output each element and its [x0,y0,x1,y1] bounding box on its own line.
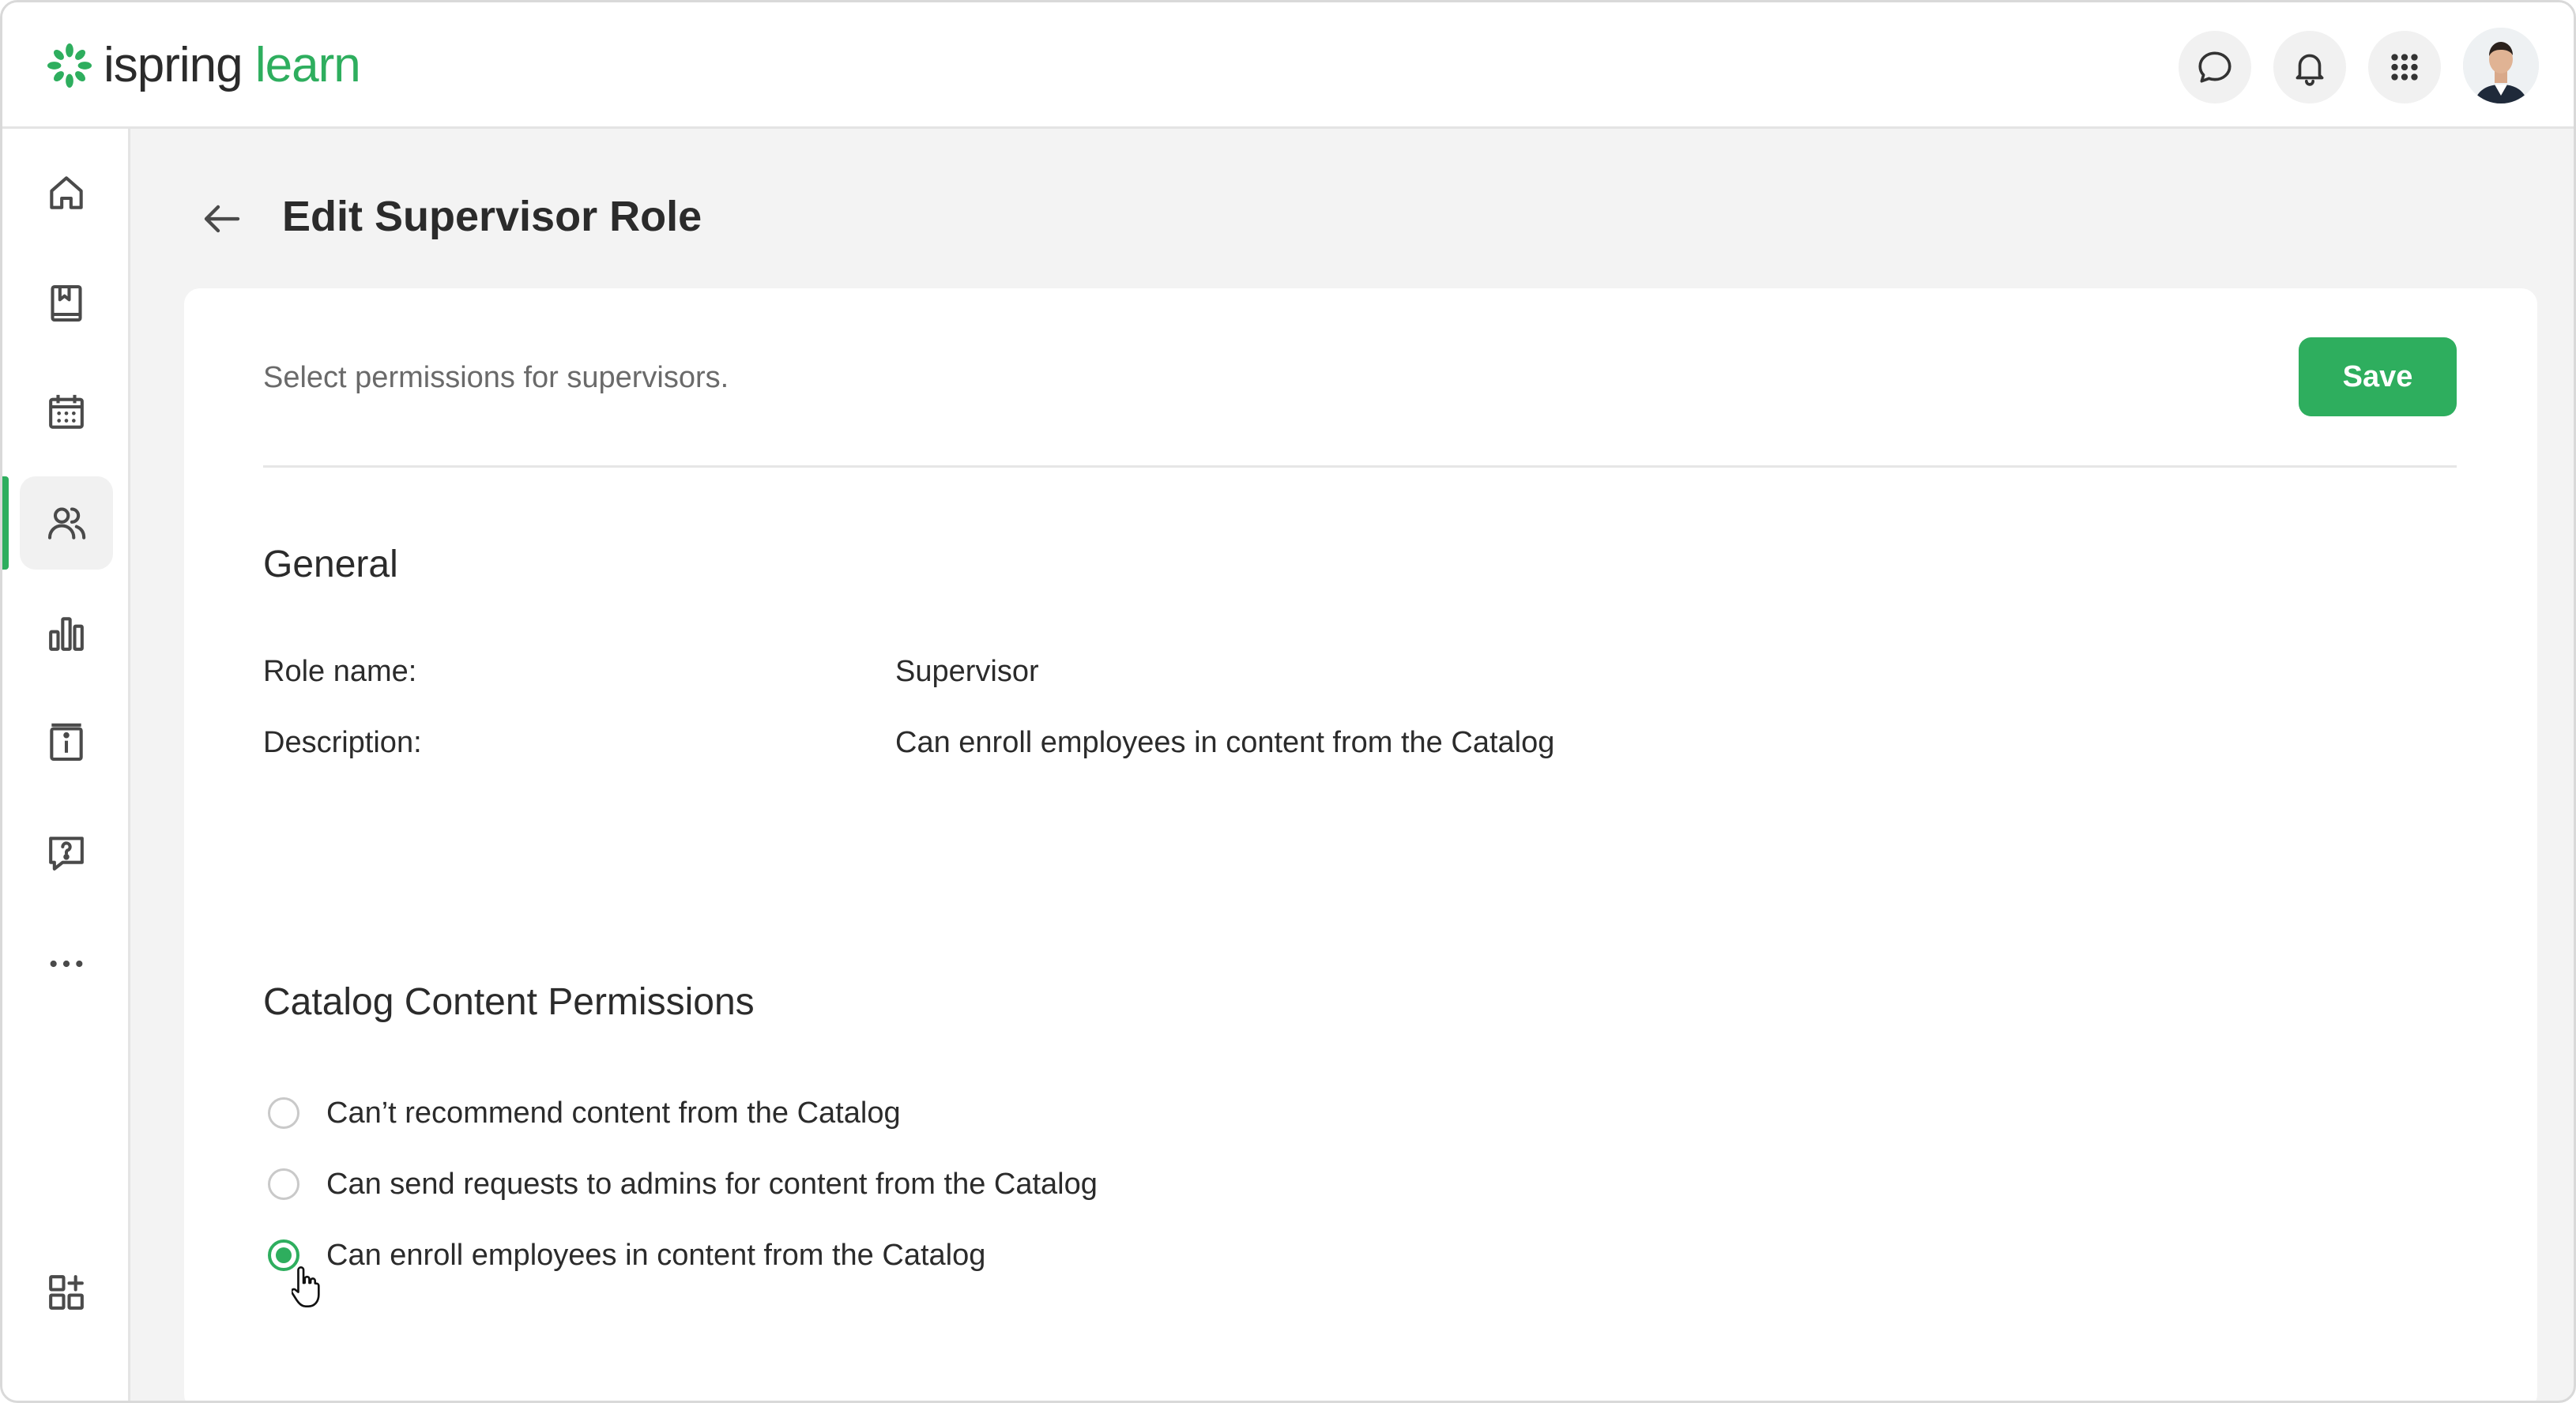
permissions-card: Select permissions for supervisors. Save… [184,288,2537,1401]
calendar-icon [49,394,84,429]
page-title: Edit Supervisor Role [282,193,702,240]
radio-label: Can send requests to admins for content … [326,1168,1098,1201]
radio-button[interactable] [268,1097,299,1129]
active-nav-indicator [2,476,9,570]
sidebar-item-calendar[interactable] [20,366,113,459]
sidebar-item-library[interactable] [20,257,113,350]
card-subtitle: Select permissions for supervisors. [263,361,729,394]
hand-cursor-icon [292,1266,320,1308]
radio-label: Can’t recommend content from the Catalog [326,1096,901,1130]
general-section-title: General [263,544,398,585]
top-header: ispring learn [2,2,2574,129]
app-window: ispring learn Edit Supervisor Role Selec… [0,0,2576,1403]
description-label: Description: [263,726,422,759]
sidebar [2,129,130,1401]
radio-dot [276,1247,292,1263]
save-button[interactable]: Save [2299,337,2457,416]
notifications-button[interactable] [2273,31,2346,103]
avatar-portrait-icon [2463,28,2539,103]
permission-option-send-requests[interactable]: Can send requests to admins for content … [268,1160,1098,1208]
book-icon [51,284,82,322]
apps-button[interactable] [2368,31,2441,103]
ispring-learn-logo[interactable]: ispring learn [47,34,361,97]
sidebar-item-help[interactable] [20,807,113,900]
description-value: Can enroll employees in content from the… [895,726,1555,759]
sidebar-item-info[interactable] [20,696,113,789]
sidebar-item-home[interactable] [20,146,113,239]
bell-icon [2295,54,2324,86]
radio-label: Can enroll employees in content from the… [326,1239,986,1272]
role-name-label: Role name: [263,655,417,688]
chat-icon [2198,51,2231,83]
home-icon [50,176,83,209]
info-icon [50,723,83,762]
catalog-section-title: Catalog Content Permissions [263,981,755,1023]
back-arrow-icon[interactable] [198,195,246,243]
role-name-value: Supervisor [895,655,1039,688]
question-chat-icon [49,837,84,871]
more-dots-icon [50,960,83,968]
sidebar-item-reports[interactable] [20,587,113,680]
divider [263,465,2457,468]
user-avatar[interactable] [2463,28,2539,103]
apps-grid-icon [2391,54,2418,81]
add-widget-icon [49,1275,84,1310]
radio-button[interactable] [268,1168,299,1200]
permission-option-cant-recommend[interactable]: Can’t recommend content from the Catalog [268,1089,901,1137]
sidebar-item-users[interactable] [20,476,113,570]
sidebar-item-more[interactable] [20,917,113,1010]
users-icon [47,507,86,540]
logo-text-ispring: ispring [104,38,243,92]
logo-sprout-icon [47,43,92,88]
logo-text-learn: learn [254,38,361,92]
sidebar-item-add-widget[interactable] [20,1246,113,1339]
logo-text: ispring learn [104,34,361,97]
chat-button[interactable] [2179,31,2251,103]
bar-chart-icon [49,617,84,651]
permission-option-enroll-employees[interactable]: Can enroll employees in content from the… [268,1232,985,1279]
